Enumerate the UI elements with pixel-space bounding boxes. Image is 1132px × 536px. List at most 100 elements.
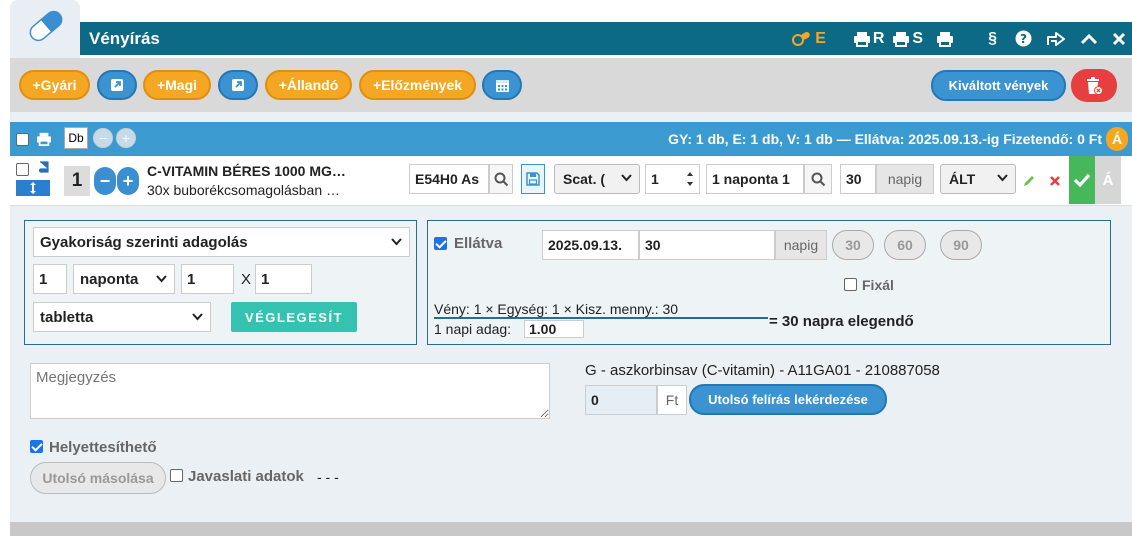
summary-a-badge[interactable]: Á xyxy=(1106,127,1128,151)
multiplier-input[interactable]: 1 xyxy=(255,264,312,294)
print-selected-icon[interactable] xyxy=(36,132,52,146)
finalize-button[interactable]: VÉGLEGESÍT xyxy=(231,302,357,332)
form-select[interactable]: tabletta xyxy=(33,302,211,332)
stepper-arrows-icon[interactable] xyxy=(686,170,694,188)
chevron-down-icon xyxy=(391,238,402,246)
db-label: Db xyxy=(64,127,88,149)
bulk-plus-button[interactable]: + xyxy=(116,128,136,148)
category-select-value: ÁLT xyxy=(949,171,976,187)
daily-dose-value: 1.00 xyxy=(524,320,584,338)
paragraph-button[interactable]: § xyxy=(988,30,997,48)
print-s-label: S xyxy=(912,29,924,47)
diagnosis-code-input[interactable]: E54H0 As xyxy=(409,164,489,194)
count-stepper[interactable]: 1 xyxy=(645,164,700,194)
supply-box: Ellátva 2025.09.13. 30 napig 30 60 90 Fi… xyxy=(427,220,1111,345)
kivaltott-venyek-button[interactable]: Kiváltott vények xyxy=(931,70,1066,101)
trash-icon xyxy=(1087,76,1103,95)
confirm-button[interactable] xyxy=(1069,156,1095,204)
fix-checkbox[interactable] xyxy=(844,278,857,291)
times-input[interactable]: 1 xyxy=(181,264,234,294)
chevron-down-icon xyxy=(156,275,167,283)
last-prescription-query-button[interactable]: Utolsó felírás lekérdezése xyxy=(689,384,887,415)
quantity-plus-button[interactable]: + xyxy=(117,167,139,195)
suggest-label: Javaslati adatok xyxy=(188,468,304,485)
usage-select[interactable]: Scat. ( xyxy=(554,164,640,194)
print-r-button[interactable]: R xyxy=(853,30,884,48)
action-toolbar: +Gyári +Magi +Állandó +Előzmények Kivált… xyxy=(10,58,1132,112)
bulk-minus-button[interactable]: − xyxy=(93,128,113,148)
suggest-checkbox[interactable] xyxy=(170,469,183,482)
add-elozmenyek-button[interactable]: +Előzmények xyxy=(359,70,476,100)
printer-icon xyxy=(937,31,954,47)
usage-select-value: Scat. ( xyxy=(563,171,606,187)
form-value: tabletta xyxy=(40,308,94,326)
external-link-icon xyxy=(232,79,244,91)
drug-select-checkbox[interactable] xyxy=(16,163,29,176)
remove-x-icon[interactable] xyxy=(1049,175,1061,187)
book-icon[interactable] xyxy=(38,161,50,174)
days-unit: napig xyxy=(876,164,934,194)
supply-date-input[interactable]: 2025.09.13. xyxy=(542,230,639,260)
period-select[interactable]: naponta xyxy=(73,264,175,294)
category-select[interactable]: ÁLT xyxy=(940,164,1016,194)
quick-90-button[interactable]: 90 xyxy=(940,230,982,260)
print-button[interactable] xyxy=(936,31,954,47)
supplied-checkbox[interactable] xyxy=(434,237,447,250)
add-gyari-button[interactable]: +Gyári xyxy=(19,70,90,100)
pill-e-button[interactable]: E xyxy=(792,30,826,48)
supplied-label: Ellátva xyxy=(454,235,503,252)
quick-30-button[interactable]: 30 xyxy=(832,230,874,260)
chevron-down-icon xyxy=(997,174,1008,182)
quantity-minus-button[interactable]: − xyxy=(94,167,116,195)
substitutable-checkbox[interactable] xyxy=(30,440,43,453)
chevron-down-icon xyxy=(192,313,203,321)
substitutable-label: Helyettesíthető xyxy=(49,439,157,456)
help-icon: ? xyxy=(1015,30,1032,47)
chevron-down-icon xyxy=(621,174,632,182)
dose-amount-input[interactable]: 1 xyxy=(33,264,67,294)
note-textarea[interactable] xyxy=(30,363,550,419)
printer-icon xyxy=(853,31,870,47)
prescription-window: Vényírás E R S § ? +Gyári +Magi +Állandó… xyxy=(0,0,1132,536)
save-icon xyxy=(526,172,540,186)
prescription-summary: GY: 1 db, E: 1 db, V: 1 db — Ellátva: 20… xyxy=(668,131,1102,147)
calendar-button[interactable] xyxy=(482,70,522,100)
save-diagnosis-button[interactable] xyxy=(521,164,545,194)
help-button[interactable]: ? xyxy=(1015,30,1032,47)
price-input[interactable]: 0 xyxy=(585,385,657,415)
active-substance: G - aszkorbinsav (C-vitamin) - A11GA01 -… xyxy=(585,362,940,379)
dosage-mode-select[interactable]: Gyakoriság szerinti adagolás xyxy=(33,227,410,257)
quick-60-button[interactable]: 60 xyxy=(884,230,926,260)
drug-row: 1 − + C-VITAMIN BÉRES 1000 MG… 30x bubor… xyxy=(10,156,1132,206)
popout-button[interactable] xyxy=(1046,31,1066,47)
summary-bar: Db − + GY: 1 db, E: 1 db, V: 1 db — Ellá… xyxy=(10,122,1132,156)
dosage-mode-value: Gyakoriság szerinti adagolás xyxy=(40,233,248,251)
app-logo-tab xyxy=(10,0,80,58)
formula-divider xyxy=(434,317,768,319)
frequency-search-button[interactable] xyxy=(804,164,832,194)
edit-pencil-icon[interactable] xyxy=(1023,174,1036,187)
search-icon xyxy=(811,172,825,186)
diagnosis-search-button[interactable] xyxy=(489,164,513,194)
checkmark-icon xyxy=(1073,173,1091,187)
external-link-button-2[interactable] xyxy=(218,70,258,100)
count-value: 1 xyxy=(651,171,659,187)
external-link-button[interactable] xyxy=(97,70,137,100)
reorder-handle[interactable] xyxy=(16,180,50,196)
frequency-input[interactable]: 1 naponta 1 xyxy=(706,164,804,194)
add-allando-button[interactable]: +Állandó xyxy=(265,70,352,100)
paragraph-icon: § xyxy=(988,29,997,47)
close-button[interactable] xyxy=(1112,32,1126,46)
supply-days-input[interactable]: 30 xyxy=(639,230,775,260)
search-icon xyxy=(494,172,508,186)
collapse-button[interactable] xyxy=(1080,33,1098,45)
delete-all-button[interactable] xyxy=(1071,69,1117,102)
select-all-checkbox[interactable] xyxy=(16,133,29,146)
copy-last-button[interactable]: Utolsó másolása xyxy=(30,462,166,494)
drug-name[interactable]: C-VITAMIN BÉRES 1000 MG… xyxy=(147,163,346,179)
add-magi-button[interactable]: +Magi xyxy=(143,70,211,100)
a-side-button[interactable]: Á xyxy=(1095,156,1121,204)
daily-dose-label: 1 napi adag: xyxy=(434,321,512,337)
print-s-button[interactable]: S xyxy=(892,30,923,48)
days-input[interactable]: 30 xyxy=(840,164,876,194)
